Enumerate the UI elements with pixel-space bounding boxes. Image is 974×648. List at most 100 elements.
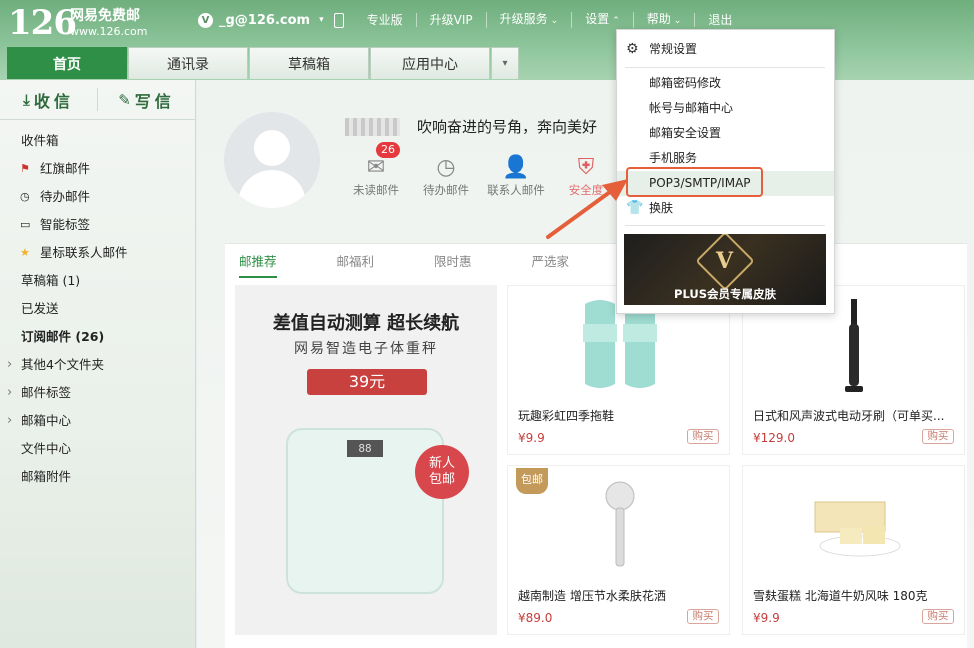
sidebar-item-attachments[interactable]: 邮箱附件 bbox=[0, 463, 195, 491]
nav-upgrade-service[interactable]: 升级服务 ⌄ bbox=[485, 12, 572, 28]
promo-tabs: 邮推荐 邮福利 限时惠 严选家 bbox=[239, 251, 629, 278]
vip-icon[interactable]: V bbox=[198, 12, 213, 28]
sidebar-item-subscriptions[interactable]: 订阅邮件 (26) bbox=[0, 323, 195, 351]
promo-tab-select[interactable]: 严选家 bbox=[532, 251, 570, 278]
write-label: 写信 bbox=[134, 91, 175, 111]
sidebar-item-inbox[interactable]: 收件箱 bbox=[0, 127, 195, 155]
write-button[interactable]: ✎ 写信 bbox=[98, 80, 195, 119]
receive-button[interactable]: ⤓ 收信 bbox=[0, 80, 97, 119]
product-name: 越南制造 增压节水柔肤花洒 bbox=[518, 589, 666, 603]
product-price: ¥9.9 bbox=[518, 431, 545, 445]
buy-button[interactable]: 购买 bbox=[687, 609, 719, 624]
buy-button[interactable]: 购买 bbox=[922, 429, 954, 444]
sidebar-item-label: 星标联系人邮件 bbox=[40, 245, 128, 260]
badge-line1: 新人 bbox=[428, 456, 455, 471]
buy-button[interactable]: 购买 bbox=[687, 429, 719, 444]
gear-icon: ⚙ bbox=[626, 41, 639, 57]
avatar-body bbox=[238, 170, 306, 208]
masked-username bbox=[345, 118, 400, 136]
main-content: 吹响奋进的号角，奔向美好 ✉ 26 未读邮件 ◷ 待办邮件 👤 联系人邮件 ⛨ … bbox=[197, 80, 974, 648]
product-price: ¥129.0 bbox=[753, 431, 795, 445]
sidebar-item-label: 待办邮件 bbox=[40, 189, 91, 204]
download-icon: ⤓ bbox=[23, 90, 30, 109]
promo-tab-recommend[interactable]: 邮推荐 bbox=[239, 251, 277, 278]
skin-banner-label: PLUS会员专属皮肤 bbox=[674, 287, 776, 301]
sidebar-item-file-center[interactable]: 文件中心 bbox=[0, 435, 195, 463]
banner-subtitle: 网易智造电子体重秤 bbox=[294, 341, 438, 357]
folder-list: 收件箱 ⚑ 红旗邮件 ◷ 待办邮件 ▭ 智能标签 ★ 星标联系人邮件 草稿箱 (1) 已… bbox=[0, 120, 195, 491]
new-user-badge: 新人 包邮 bbox=[415, 445, 469, 499]
logo[interactable]: 126 bbox=[8, 6, 77, 40]
menu-account-center[interactable]: 帐号与邮箱中心 bbox=[617, 96, 834, 121]
product-card[interactable]: 包邮 越南制造 增压节水柔肤花洒 ¥89.0 购买 bbox=[507, 465, 730, 635]
clock-icon: ◷ bbox=[436, 154, 456, 180]
chevron-down-icon: ⌄ bbox=[550, 16, 559, 26]
sidebar-item-smart-tags[interactable]: ▭ 智能标签 bbox=[0, 211, 195, 239]
chevron-up-icon: ⌃ bbox=[612, 16, 620, 26]
menu-skin[interactable]: 👕 换肤 bbox=[617, 196, 834, 221]
account-name[interactable]: _g@126.com bbox=[219, 13, 310, 28]
quick-unread[interactable]: ✉ 26 未读邮件 bbox=[342, 142, 410, 198]
sidebar-item-flagged[interactable]: ⚑ 红旗邮件 bbox=[0, 155, 195, 183]
nav-settings[interactable]: 设置 ⌃ bbox=[571, 12, 633, 28]
promo-tab-welfare[interactable]: 邮福利 bbox=[337, 251, 375, 278]
tab-drafts[interactable]: 草稿箱 bbox=[249, 47, 369, 79]
banner-price: 39元 bbox=[307, 369, 427, 395]
menu-password[interactable]: 邮箱密码修改 bbox=[617, 71, 834, 96]
star-icon: ★ bbox=[20, 246, 30, 259]
quick-contacts[interactable]: 👤 联系人邮件 bbox=[482, 152, 550, 198]
sidebar-item-other-folders[interactable]: 其他4个文件夹 bbox=[0, 351, 195, 379]
nav-help-label: 帮助 bbox=[646, 12, 671, 26]
avatar[interactable] bbox=[224, 112, 320, 208]
promo-tab-flash[interactable]: 限时惠 bbox=[434, 251, 472, 278]
sidebar-item-mail-tags[interactable]: 邮件标签 bbox=[0, 379, 195, 407]
product-name: 玩趣彩虹四季拖鞋 bbox=[518, 409, 615, 423]
sidebar-item-mail-center[interactable]: 邮箱中心 bbox=[0, 407, 195, 435]
contact-star-icon: 👤 bbox=[502, 154, 530, 180]
top-nav: V _g@126.com ▾ 专业版 升级VIP 升级服务 ⌄ 设置 ⌃ 帮助 ⌄ 退… bbox=[198, 10, 745, 30]
divider bbox=[625, 225, 825, 226]
shower-head-image bbox=[508, 466, 731, 581]
scale-image: 88 bbox=[286, 428, 444, 594]
buy-button[interactable]: 购买 bbox=[922, 609, 954, 624]
main-tabs: 首页 通讯录 草稿箱 应用中心 ▾ bbox=[7, 47, 519, 79]
clock-icon: ◷ bbox=[20, 190, 30, 203]
v-logo: V bbox=[716, 248, 734, 274]
nav-help[interactable]: 帮助 ⌄ bbox=[632, 12, 695, 28]
phone-icon[interactable] bbox=[333, 12, 344, 28]
sidebar-item-drafts[interactable]: 草稿箱 (1) bbox=[0, 267, 195, 295]
sidebar: ⤓ 收信 ✎ 写信 收件箱 ⚑ 红旗邮件 ◷ 待办邮件 ▭ 智能标签 ★ 星标联系人邮件 草… bbox=[0, 80, 196, 648]
plus-skin-banner[interactable]: V PLUS会员专属皮肤 bbox=[624, 234, 826, 305]
sidebar-item-starred-contacts[interactable]: ★ 星标联系人邮件 bbox=[0, 239, 195, 267]
chevron-down-icon[interactable]: ▾ bbox=[319, 15, 324, 25]
menu-general-settings[interactable]: ⚙ 常规设置 bbox=[617, 37, 834, 62]
product-price: ¥89.0 bbox=[518, 611, 553, 625]
nav-logout[interactable]: 退出 bbox=[694, 13, 745, 27]
avatar-head bbox=[254, 130, 290, 166]
product-card[interactable]: 雪麸蛋糕 北海道牛奶风味 180克 ¥9.9 购买 bbox=[742, 465, 965, 635]
tab-app-center[interactable]: 应用中心 bbox=[370, 47, 490, 79]
tab-contacts[interactable]: 通讯录 bbox=[128, 47, 248, 79]
quick-todo[interactable]: ◷ 待办邮件 bbox=[412, 152, 480, 198]
quick-unread-label: 未读邮件 bbox=[353, 183, 399, 197]
sidebar-item-label: 红旗邮件 bbox=[40, 161, 91, 176]
sidebar-item-sent[interactable]: 已发送 bbox=[0, 295, 195, 323]
compose-bar: ⤓ 收信 ✎ 写信 bbox=[0, 80, 195, 120]
tab-home[interactable]: 首页 bbox=[7, 47, 127, 79]
profile-slogan: 吹响奋进的号角，奔向美好 bbox=[417, 118, 598, 136]
nav-pro[interactable]: 专业版 bbox=[354, 13, 416, 27]
product-name: 雪麸蛋糕 北海道牛奶风味 180克 bbox=[753, 589, 928, 603]
brand-text: 网易免费邮 www.126.com bbox=[70, 8, 147, 39]
brand-domain: www.126.com bbox=[70, 25, 148, 38]
sidebar-item-todo[interactable]: ◷ 待办邮件 bbox=[0, 183, 195, 211]
mail-icon: ✉ bbox=[366, 154, 386, 180]
tab-more-chevron-icon[interactable]: ▾ bbox=[491, 47, 519, 79]
sidebar-item-label: 智能标签 bbox=[40, 217, 91, 232]
scale-lcd: 88 bbox=[347, 440, 383, 457]
brand-name: 网易免费邮 bbox=[70, 8, 140, 24]
menu-label: 常规设置 bbox=[649, 42, 698, 56]
nav-upgrade-vip[interactable]: 升级VIP bbox=[415, 13, 486, 27]
promo-banner[interactable]: 差值自动测算 超长续航 网易智造电子体重秤 39元 88 新人 包邮 bbox=[235, 285, 497, 635]
product-name: 日式和风声波式电动牙刷（可单买... bbox=[753, 409, 945, 423]
menu-security[interactable]: 邮箱安全设置 bbox=[617, 121, 834, 146]
